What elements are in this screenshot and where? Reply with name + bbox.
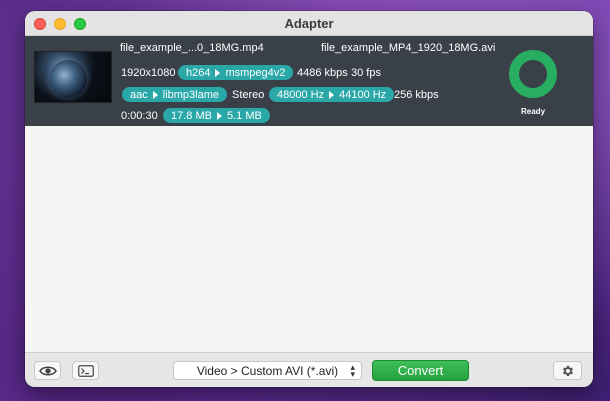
bottom-toolbar: Video > Custom AVI (*.avi) ▴ ▾ Convert [25, 352, 593, 387]
preset-value: Video > Custom AVI (*.avi) [196, 363, 339, 378]
video-thumbnail[interactable] [34, 51, 112, 103]
size-from: 17.8 MB [171, 109, 212, 122]
file-row[interactable]: file_example_...0_18MG.mp4 file_example_… [25, 36, 593, 126]
video-bitrate: 4486 kbps [297, 67, 348, 79]
audio-codec-from: aac [130, 88, 148, 101]
chevron-updown-icon: ▴ ▾ [350, 362, 355, 379]
preview-button[interactable] [34, 361, 61, 380]
eye-icon [38, 366, 57, 375]
audio-bitrate: 256 kbps [394, 89, 439, 101]
convert-label: Convert [397, 363, 444, 378]
sample-rate-to: 44100 Hz [339, 88, 387, 101]
audio-codec-pill[interactable]: aac libmp3lame [122, 87, 227, 102]
close-button[interactable] [34, 18, 46, 30]
status-ring-icon [509, 50, 557, 98]
frame-rate: 30 fps [351, 67, 381, 79]
audio-codec-to: libmp3lame [162, 88, 219, 101]
video-codec-to: msmpeg4v2 [225, 66, 286, 79]
duration: 0:00:30 [121, 110, 158, 122]
arrow-right-icon [329, 90, 335, 99]
app-window: Adapter file_example_...0_18MG.mp4 file_… [25, 11, 593, 387]
window-controls [34, 18, 86, 30]
status-label: Ready [521, 107, 546, 116]
file-size-pill[interactable]: 17.8 MB 5.1 MB [163, 108, 270, 123]
preset-select[interactable]: Video > Custom AVI (*.avi) ▴ ▾ [173, 361, 362, 380]
titlebar: Adapter [25, 11, 593, 36]
arrow-right-icon [215, 68, 221, 77]
sample-rate-pill[interactable]: 48000 Hz 44100 Hz [269, 87, 395, 102]
source-filename: file_example_...0_18MG.mp4 [120, 42, 264, 54]
size-to: 5.1 MB [226, 109, 262, 122]
video-codec-pill[interactable]: h264 msmpeg4v2 [178, 65, 294, 80]
arrow-right-icon [152, 90, 158, 99]
video-codec-from: h264 [186, 66, 211, 79]
maximize-button[interactable] [74, 18, 86, 30]
minimize-button[interactable] [54, 18, 66, 30]
log-button[interactable] [72, 361, 99, 380]
gear-icon [562, 365, 573, 376]
audio-channels: Stereo [232, 89, 265, 101]
terminal-icon [77, 364, 94, 377]
file-list-area[interactable] [25, 126, 593, 352]
window-title: Adapter [284, 15, 334, 31]
output-filename[interactable]: file_example_MP4_1920_18MG.avi [321, 42, 495, 54]
sample-rate-from: 48000 Hz [277, 88, 325, 101]
arrow-right-icon [216, 111, 222, 120]
resolution: 1920x1080 [121, 67, 176, 79]
convert-button[interactable]: Convert [372, 360, 469, 381]
thumbnail-image [49, 60, 87, 98]
settings-button[interactable] [553, 361, 582, 380]
